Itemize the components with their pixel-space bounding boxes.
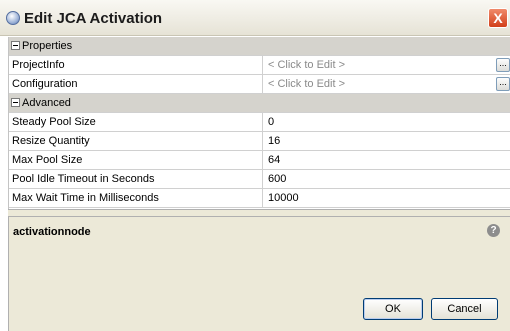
close-icon: X <box>493 10 503 26</box>
custom-editor-button[interactable]: ... <box>496 77 510 91</box>
property-row-steady-pool-size[interactable]: Steady Pool Size 0 <box>9 113 510 132</box>
group-header-properties[interactable]: Properties <box>9 37 510 56</box>
property-row-max-pool-size[interactable]: Max Pool Size 64 <box>9 151 510 170</box>
property-name: Steady Pool Size <box>9 113 263 131</box>
description-title: activationnode <box>13 226 91 238</box>
property-name: Configuration <box>9 75 263 93</box>
property-value[interactable]: 64 <box>268 154 280 166</box>
property-name: Pool Idle Timeout in Seconds <box>9 170 263 188</box>
dialog-title: Edit JCA Activation <box>24 10 163 27</box>
property-row-resize-quantity[interactable]: Resize Quantity 16 <box>9 132 510 151</box>
collapse-icon[interactable] <box>11 41 20 50</box>
property-name: ProjectInfo <box>9 56 263 74</box>
property-name: Resize Quantity <box>9 132 263 150</box>
property-row-pool-idle-timeout[interactable]: Pool Idle Timeout in Seconds 600 <box>9 170 510 189</box>
group-header-advanced[interactable]: Advanced <box>9 94 510 113</box>
property-value[interactable]: < Click to Edit > <box>268 59 345 71</box>
collapse-icon[interactable] <box>11 98 20 107</box>
custom-editor-button[interactable]: ... <box>496 58 510 72</box>
group-label: Advanced <box>22 97 71 109</box>
cancel-button[interactable]: Cancel <box>431 298 498 320</box>
ok-button[interactable]: OK <box>363 298 423 320</box>
property-value[interactable]: 10000 <box>268 192 299 204</box>
description-panel: activationnode ? OK Cancel <box>8 217 510 331</box>
title-bar: Edit JCA Activation X <box>0 0 510 36</box>
property-value[interactable]: 16 <box>268 135 280 147</box>
property-row-max-wait-time[interactable]: Max Wait Time in Milliseconds 10000 <box>9 189 510 208</box>
help-icon[interactable]: ? <box>487 224 500 237</box>
property-row-projectinfo[interactable]: ProjectInfo < Click to Edit > ... <box>9 56 510 75</box>
property-row-configuration[interactable]: Configuration < Click to Edit > ... <box>9 75 510 94</box>
property-name: Max Wait Time in Milliseconds <box>9 189 263 207</box>
close-button[interactable]: X <box>488 8 508 28</box>
app-icon <box>6 11 20 25</box>
property-value[interactable]: 0 <box>268 116 274 128</box>
property-value[interactable]: 600 <box>268 173 286 185</box>
splitter-handle[interactable] <box>8 209 510 217</box>
property-value[interactable]: < Click to Edit > <box>268 78 345 90</box>
property-name: Max Pool Size <box>9 151 263 169</box>
group-label: Properties <box>22 40 73 52</box>
property-sheet: Properties ProjectInfo < Click to Edit >… <box>8 37 510 209</box>
